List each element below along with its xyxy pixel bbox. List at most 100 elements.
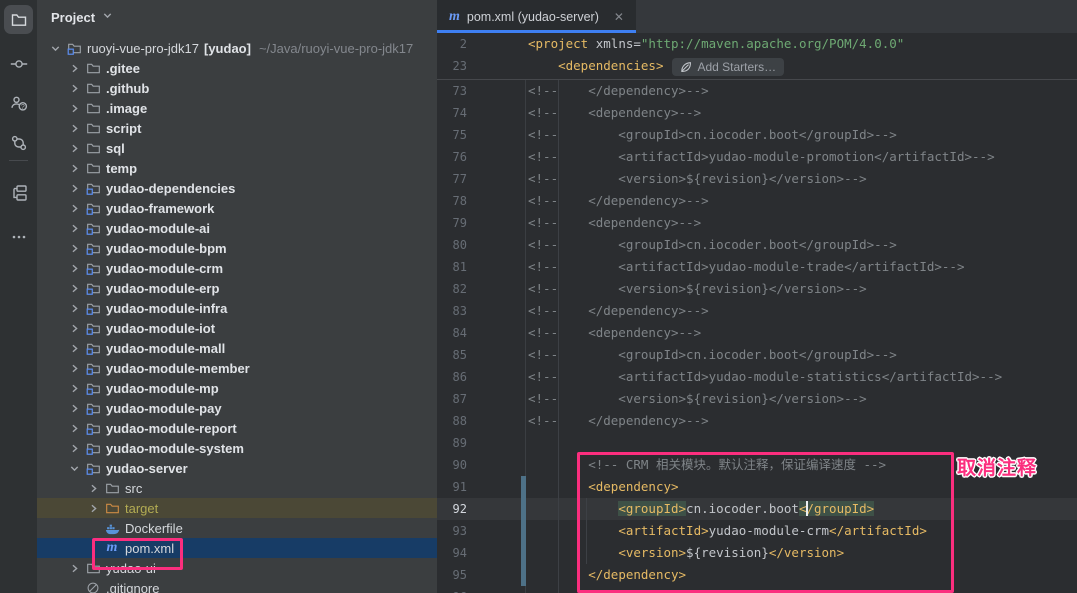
tree-item-yudao-module-infra[interactable]: yudao-module-infra	[37, 298, 437, 318]
code-line-94[interactable]: 94 <version>${revision}</version>	[437, 542, 1077, 564]
code-line-78[interactable]: 78<!-- </dependency>-->	[437, 190, 1077, 212]
line-number[interactable]: 75	[437, 124, 467, 146]
chevron-right-icon[interactable]	[65, 343, 83, 354]
chevron-right-icon[interactable]	[65, 423, 83, 434]
code-line-96[interactable]: 96	[437, 586, 1077, 593]
line-number[interactable]: 77	[437, 168, 467, 190]
commit-tool-icon[interactable]	[4, 49, 33, 78]
structure-tool-icon[interactable]	[4, 178, 33, 207]
code-line-86[interactable]: 86<!-- <artifactId>yudao-module-statisti…	[437, 366, 1077, 388]
line-number[interactable]: 90	[437, 454, 467, 476]
code-line-73[interactable]: 73<!-- </dependency>-->	[437, 80, 1077, 102]
tree-item-dockerfile[interactable]: Dockerfile	[37, 518, 437, 538]
line-number[interactable]: 73	[437, 80, 467, 102]
line-number[interactable]: 78	[437, 190, 467, 212]
line-number[interactable]: 88	[437, 410, 467, 432]
tree-item--image[interactable]: .image	[37, 98, 437, 118]
line-number[interactable]: 95	[437, 564, 467, 586]
code-line-79[interactable]: 79<!-- <dependency>-->	[437, 212, 1077, 234]
chevron-right-icon[interactable]	[65, 283, 83, 294]
code-line-2[interactable]: 2<project xmlns="http://maven.apache.org…	[437, 33, 1077, 55]
tree-item--gitee[interactable]: .gitee	[37, 58, 437, 78]
line-number[interactable]: 80	[437, 234, 467, 256]
line-number[interactable]: 93	[437, 520, 467, 542]
code-line-93[interactable]: 93 <artifactId>yudao-module-crm</artifac…	[437, 520, 1077, 542]
chevron-right-icon[interactable]	[65, 183, 83, 194]
line-number[interactable]: 76	[437, 146, 467, 168]
line-number[interactable]: 81	[437, 256, 467, 278]
tab-pom-xml[interactable]: m pom.xml (yudao-server) ✕	[437, 0, 636, 33]
code-line-82[interactable]: 82<!-- <version>${revision}</version>-->	[437, 278, 1077, 300]
tree-item-temp[interactable]: temp	[37, 158, 437, 178]
chevron-right-icon[interactable]	[65, 203, 83, 214]
line-number[interactable]: 91	[437, 476, 467, 498]
code-line-89[interactable]: 89	[437, 432, 1077, 454]
chevron-right-icon[interactable]	[84, 503, 102, 514]
project-tool-icon[interactable]	[4, 5, 33, 34]
tree-item-yudao-dependencies[interactable]: yudao-dependencies	[37, 178, 437, 198]
tree-item-yudao-module-member[interactable]: yudao-module-member	[37, 358, 437, 378]
chevron-right-icon[interactable]	[65, 223, 83, 234]
chevron-right-icon[interactable]	[65, 63, 83, 74]
code-line-80[interactable]: 80<!-- <groupId>cn.iocoder.boot</groupId…	[437, 234, 1077, 256]
line-number[interactable]: 23	[437, 55, 467, 77]
chevron-right-icon[interactable]	[65, 443, 83, 454]
line-number[interactable]: 84	[437, 322, 467, 344]
tree-item-yudao-module-bpm[interactable]: yudao-module-bpm	[37, 238, 437, 258]
line-number[interactable]: 83	[437, 300, 467, 322]
chevron-right-icon[interactable]	[65, 323, 83, 334]
code-line-81[interactable]: 81<!-- <artifactId>yudao-module-trade</a…	[437, 256, 1077, 278]
tree-item-yudao-module-mall[interactable]: yudao-module-mall	[37, 338, 437, 358]
line-number[interactable]: 74	[437, 102, 467, 124]
line-number[interactable]: 79	[437, 212, 467, 234]
tree-item-yudao-module-ai[interactable]: yudao-module-ai	[37, 218, 437, 238]
code-line-76[interactable]: 76<!-- <artifactId>yudao-module-promotio…	[437, 146, 1077, 168]
line-number[interactable]: 92	[437, 498, 467, 520]
tree-item-sql[interactable]: sql	[37, 138, 437, 158]
line-number[interactable]: 87	[437, 388, 467, 410]
line-number[interactable]: 82	[437, 278, 467, 300]
tree-item-ruoyi-vue-pro-jdk17[interactable]: ruoyi-vue-pro-jdk17[yudao]~/Java/ruoyi-v…	[37, 38, 437, 58]
chevron-right-icon[interactable]	[65, 163, 83, 174]
tree-item-yudao-module-mp[interactable]: yudao-module-mp	[37, 378, 437, 398]
tree-item--github[interactable]: .github	[37, 78, 437, 98]
tree-item-script[interactable]: script	[37, 118, 437, 138]
line-number[interactable]: 2	[437, 33, 467, 55]
add-starters-inlay-hint[interactable]: Add Starters…	[672, 58, 784, 76]
code-line-85[interactable]: 85<!-- <groupId>cn.iocoder.boot</groupId…	[437, 344, 1077, 366]
tree-item-yudao-module-report[interactable]: yudao-module-report	[37, 418, 437, 438]
code-line-84[interactable]: 84<!-- <dependency>-->	[437, 322, 1077, 344]
code-line-95[interactable]: 95 </dependency>	[437, 564, 1077, 586]
tree-item-src[interactable]: src	[37, 478, 437, 498]
tree-item-yudao-module-pay[interactable]: yudao-module-pay	[37, 398, 437, 418]
project-panel-header[interactable]: Project	[37, 0, 437, 34]
close-icon[interactable]: ✕	[614, 10, 624, 24]
pull-requests-icon[interactable]	[4, 128, 33, 157]
chevron-right-icon[interactable]	[65, 83, 83, 94]
chevron-right-icon[interactable]	[65, 103, 83, 114]
chevron-right-icon[interactable]	[65, 123, 83, 134]
learn-help-icon[interactable]: ?	[4, 88, 33, 117]
chevron-down-icon[interactable]	[46, 43, 64, 54]
more-tools-icon[interactable]	[4, 222, 33, 251]
code-line-88[interactable]: 88<!-- </dependency>-->	[437, 410, 1077, 432]
tree-item-yudao-module-erp[interactable]: yudao-module-erp	[37, 278, 437, 298]
line-number[interactable]: 89	[437, 432, 467, 454]
code-line-92[interactable]: 92 <groupId>cn.iocoder.boot</groupId>	[437, 498, 1077, 520]
chevron-right-icon[interactable]	[65, 263, 83, 274]
line-number[interactable]: 94	[437, 542, 467, 564]
tree-item-yudao-ui[interactable]: yudao-ui	[37, 558, 437, 578]
vcs-change-marker[interactable]	[521, 476, 526, 586]
tree-item--gitignore[interactable]: .gitignore	[37, 578, 437, 593]
chevron-right-icon[interactable]	[65, 383, 83, 394]
chevron-down-icon[interactable]	[65, 463, 83, 474]
code-line-83[interactable]: 83<!-- </dependency>-->	[437, 300, 1077, 322]
chevron-right-icon[interactable]	[65, 143, 83, 154]
tree-item-yudao-module-iot[interactable]: yudao-module-iot	[37, 318, 437, 338]
tree-item-yudao-module-crm[interactable]: yudao-module-crm	[37, 258, 437, 278]
chevron-right-icon[interactable]	[84, 483, 102, 494]
code-line-75[interactable]: 75<!-- <groupId>cn.iocoder.boot</groupId…	[437, 124, 1077, 146]
tree-item-target[interactable]: target	[37, 498, 437, 518]
line-number[interactable]: 86	[437, 366, 467, 388]
tree-item-yudao-server[interactable]: yudao-server	[37, 458, 437, 478]
